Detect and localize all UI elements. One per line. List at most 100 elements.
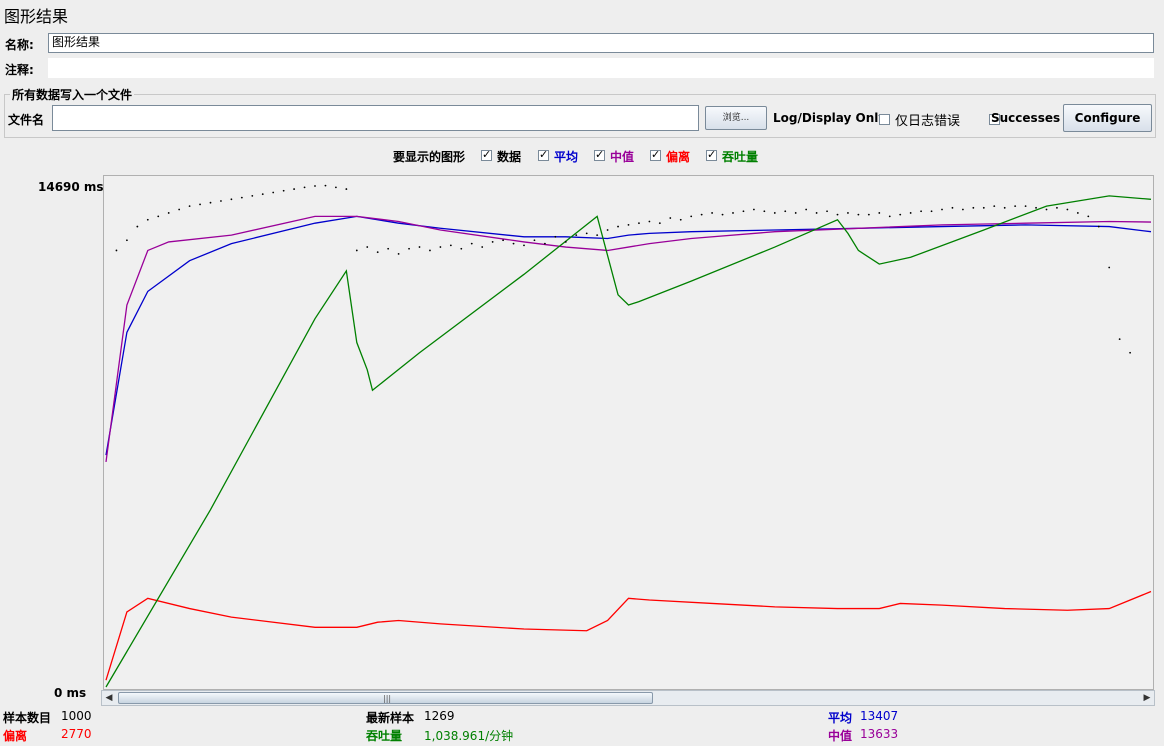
data-point xyxy=(794,212,797,214)
throughput-stat-label: 吞吐量 xyxy=(366,729,403,743)
data-point xyxy=(857,213,860,216)
data-point xyxy=(930,210,933,213)
data-point xyxy=(449,244,452,247)
data-point xyxy=(491,241,494,243)
comment-input[interactable] xyxy=(48,58,1154,78)
data-point xyxy=(544,242,546,245)
graph-plot-area xyxy=(103,175,1154,690)
data-point xyxy=(575,234,578,237)
deviation-stat-label: 偏离 xyxy=(3,729,28,743)
data-point xyxy=(888,215,891,218)
data-point xyxy=(1087,215,1090,218)
average-stat-label: 平均 xyxy=(828,711,853,725)
samples-label: 样本数目 xyxy=(3,711,52,725)
data-point xyxy=(460,247,463,250)
data-point xyxy=(314,185,316,187)
data-point xyxy=(335,186,337,189)
data-point xyxy=(951,206,954,209)
latest-sample-label: 最新样本 xyxy=(366,711,415,725)
data-point xyxy=(1066,208,1069,211)
data-point xyxy=(523,244,525,247)
data-point xyxy=(826,210,828,213)
series-line-3 xyxy=(105,195,1152,688)
page-title: 图形结果 xyxy=(4,7,69,26)
data-point xyxy=(136,225,139,228)
graph-throughput-checkbox[interactable] xyxy=(706,148,717,161)
data-point xyxy=(690,215,693,218)
data-point xyxy=(366,246,369,248)
data-point xyxy=(899,213,902,216)
data-point xyxy=(251,194,254,197)
throughput-stat-value: 1,038.961/分钟 xyxy=(424,729,514,743)
data-point xyxy=(345,188,348,190)
data-point xyxy=(533,239,536,242)
graph-deviation-label: 偏离 xyxy=(666,150,691,164)
data-point xyxy=(1003,206,1006,209)
median-stat-label: 中值 xyxy=(828,729,853,743)
scrollbar-grip-icon: ||| xyxy=(383,694,392,703)
data-point xyxy=(784,210,787,213)
data-point xyxy=(376,251,379,254)
scroll-left-arrow-icon[interactable]: ◀ xyxy=(102,691,116,705)
graph-deviation-checkbox[interactable] xyxy=(650,148,661,161)
y-axis-max-label: 14690 ms xyxy=(38,180,104,194)
log-display-label: Log/Display Only: xyxy=(773,111,891,125)
name-label: 名称: xyxy=(5,38,34,52)
scroll-right-arrow-icon[interactable]: ▶ xyxy=(1140,691,1154,705)
data-point xyxy=(878,212,881,214)
data-point xyxy=(470,242,473,245)
data-point xyxy=(1024,205,1027,208)
data-point xyxy=(408,247,410,250)
data-point xyxy=(993,205,996,208)
data-point xyxy=(700,213,703,216)
graph-median-label: 中值 xyxy=(610,150,635,164)
data-point xyxy=(847,212,849,214)
data-point xyxy=(240,196,243,199)
data-point xyxy=(585,232,588,235)
successes-label: Successes xyxy=(991,111,1061,125)
data-point xyxy=(502,239,504,242)
graph-data-checkbox[interactable] xyxy=(481,148,492,161)
data-point xyxy=(439,246,442,248)
data-point xyxy=(617,225,619,228)
series-line-1 xyxy=(105,215,1152,462)
data-point xyxy=(188,205,191,208)
configure-button[interactable]: Configure xyxy=(1063,104,1152,132)
data-point xyxy=(1035,206,1037,209)
data-point xyxy=(763,210,766,213)
graph-average-checkbox[interactable] xyxy=(538,148,549,161)
data-point xyxy=(167,212,170,214)
data-point xyxy=(209,201,212,204)
data-point xyxy=(1097,225,1100,228)
data-point xyxy=(920,210,922,213)
data-point xyxy=(679,218,682,221)
filename-input[interactable] xyxy=(52,105,699,131)
data-point xyxy=(324,184,327,187)
graphs-label: 要显示的图形 xyxy=(393,150,466,164)
data-point xyxy=(272,191,275,194)
data-point xyxy=(115,249,118,252)
browse-button[interactable]: 浏览... xyxy=(705,106,767,130)
data-point xyxy=(1045,208,1048,211)
data-point xyxy=(564,241,567,243)
data-point xyxy=(303,186,306,189)
data-point xyxy=(554,235,557,238)
graph-median-checkbox[interactable] xyxy=(594,148,605,161)
scrollbar-thumb[interactable]: ||| xyxy=(118,692,653,704)
data-point xyxy=(805,208,808,211)
data-point xyxy=(355,249,358,252)
data-point xyxy=(397,252,400,255)
data-point xyxy=(669,217,672,219)
errors-only-checkbox[interactable] xyxy=(879,114,890,125)
data-point xyxy=(429,249,431,252)
average-stat-value: 13407 xyxy=(860,709,899,723)
data-point xyxy=(941,208,943,211)
data-point xyxy=(753,208,755,211)
series-line-0 xyxy=(105,215,1152,456)
graph-svg xyxy=(105,184,1152,688)
name-input[interactable]: 图形结果 xyxy=(48,33,1154,53)
data-point xyxy=(658,222,661,225)
horizontal-scrollbar[interactable]: ◀ ||| ▶ xyxy=(101,690,1155,706)
data-point xyxy=(596,234,599,237)
data-point xyxy=(1118,338,1121,341)
